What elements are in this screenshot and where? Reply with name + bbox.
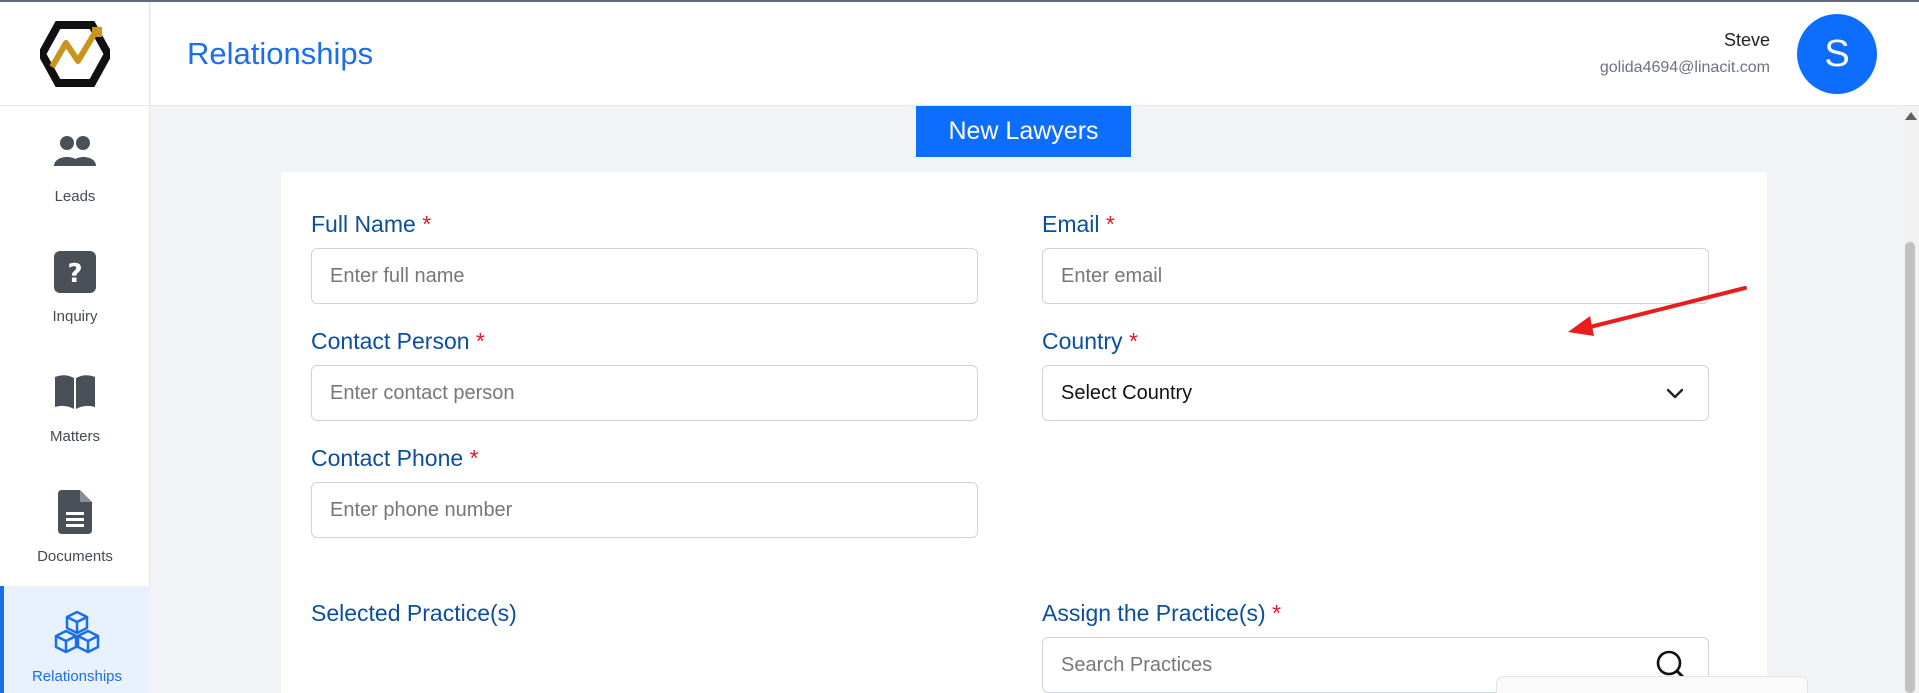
contact-person-label-text: Contact Person <box>311 328 470 354</box>
question-icon: ? <box>51 248 99 296</box>
required-marker: * <box>422 211 432 237</box>
country-select-value: Select Country <box>1061 381 1193 404</box>
user-email: golida4694@linacit.com <box>1599 59 1770 76</box>
new-lawyers-tab[interactable]: New Lawyers <box>916 106 1131 157</box>
app-logo[interactable] <box>0 2 150 106</box>
user-name: Steve <box>1723 30 1770 50</box>
contact-person-input[interactable] <box>311 365 978 421</box>
contact-phone-label-text: Contact Phone <box>311 445 464 471</box>
country-label-text: Country <box>1042 328 1123 354</box>
dropdown-panel-edge <box>1496 676 1808 693</box>
country-select[interactable]: Select Country <box>1042 365 1709 421</box>
chevron-down-icon <box>1666 388 1684 399</box>
cubes-icon <box>53 608 101 656</box>
assign-practices-label-text: Assign the Practice(s) <box>1042 600 1266 626</box>
country-label: Country * <box>1042 328 1138 355</box>
full-name-label-text: Full Name <box>311 211 416 237</box>
required-marker: * <box>469 445 479 471</box>
sidebar-item-label: Matters <box>49 427 100 445</box>
contact-phone-label: Contact Phone * <box>311 445 479 472</box>
svg-text:?: ? <box>67 259 82 289</box>
document-icon <box>51 488 99 536</box>
sidebar-item-inquiry[interactable]: ? Inquiry <box>0 226 150 346</box>
required-marker: * <box>1105 211 1115 237</box>
sidebar-item-label: Leads <box>54 187 96 205</box>
sidebar-item-label: Relationships <box>31 667 123 685</box>
full-name-label: Full Name * <box>311 211 431 238</box>
logo-icon <box>40 20 110 87</box>
users-icon <box>51 128 99 176</box>
required-marker: * <box>1128 328 1138 354</box>
book-icon <box>51 368 99 416</box>
selected-practices-label: Selected Practice(s) <box>311 600 517 626</box>
sidebar-item-label: Inquiry <box>52 307 98 325</box>
sidebar-item-relationships[interactable]: Relationships <box>0 586 150 693</box>
full-name-input[interactable] <box>311 248 978 304</box>
sidebar-item-label: Documents <box>37 547 113 565</box>
email-label: Email * <box>1042 211 1115 238</box>
required-marker: * <box>1272 600 1282 626</box>
annotation-arrow-icon <box>1568 286 1747 336</box>
sidebar: Leads ? Inquiry Matters Documents Relati… <box>0 2 150 693</box>
scroll-up-arrow-icon[interactable] <box>1905 112 1917 120</box>
sidebar-item-matters[interactable]: Matters <box>0 346 150 466</box>
email-label-text: Email <box>1042 211 1100 237</box>
assign-practices-label: Assign the Practice(s) * <box>1042 600 1281 627</box>
contact-person-label: Contact Person * <box>311 328 485 355</box>
sidebar-item-documents[interactable]: Documents <box>0 466 150 586</box>
page-title: Relationships <box>187 36 374 71</box>
page-scrollbar[interactable] <box>1901 106 1919 693</box>
contact-phone-input[interactable] <box>311 482 978 538</box>
sidebar-item-leads[interactable]: Leads <box>0 106 150 226</box>
scrollbar-thumb[interactable] <box>1905 242 1915 693</box>
avatar[interactable]: S <box>1797 14 1877 94</box>
required-marker: * <box>475 328 485 354</box>
top-header: Relationships Steve golida4694@linacit.c… <box>151 2 1919 106</box>
